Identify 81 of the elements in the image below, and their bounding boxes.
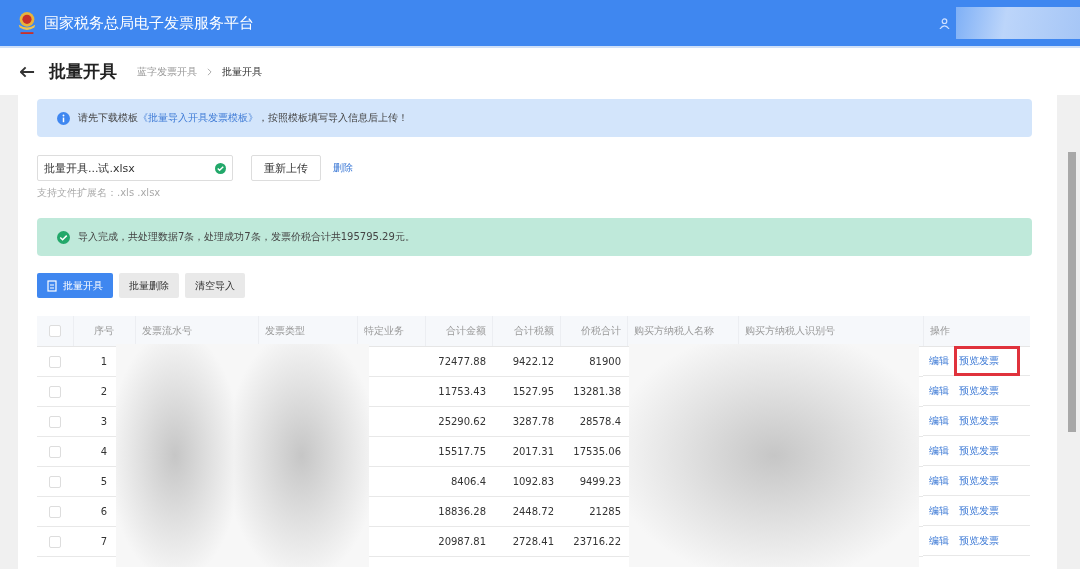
- table-cell: 1092.83: [512, 476, 554, 487]
- table-cell: 81900: [589, 356, 621, 367]
- table-cell: 23716.22: [573, 536, 621, 547]
- table-cell: 2017.31: [512, 446, 554, 457]
- checkbox[interactable]: [48, 325, 61, 337]
- table-cell: 18836.28: [438, 506, 486, 517]
- table-cell: 6: [100, 506, 108, 517]
- chevron-icon: [207, 67, 212, 76]
- document-icon: [47, 279, 57, 292]
- file-field[interactable]: 批量开具...试.xlsx: [37, 155, 233, 181]
- column-header: 购买方纳税人名称: [633, 325, 714, 336]
- edit-link[interactable]: 编辑: [929, 383, 949, 398]
- hint-text: 支持文件扩展名：.xls .xlsx: [37, 186, 162, 200]
- table-cell: 28578.4: [579, 416, 621, 427]
- checkbox[interactable]: [49, 475, 61, 488]
- table-cell: 2448.72: [512, 506, 554, 517]
- table-cell: 9499.23: [579, 476, 621, 487]
- reupload-button[interactable]: 重新上传: [251, 155, 321, 181]
- table-cell: 1: [100, 356, 108, 367]
- checkbox[interactable]: [49, 385, 61, 398]
- edit-link[interactable]: 编辑: [929, 503, 949, 518]
- breadcrumb-item[interactable]: 蓝字发票开具: [137, 64, 197, 79]
- action-button[interactable]: 批量删除: [119, 273, 179, 298]
- check-circle-icon: [57, 230, 70, 244]
- table-cell: 20987.81: [438, 536, 486, 547]
- preview-invoice-link[interactable]: 预览发票: [959, 439, 999, 462]
- column-header: 合计税额: [513, 325, 554, 336]
- table-cell: 2728.41: [512, 536, 554, 547]
- table-cell: 3: [100, 416, 108, 427]
- edit-link[interactable]: 编辑: [929, 533, 949, 548]
- column-header: 特定业务: [363, 325, 404, 336]
- table-cell: 13281.38: [573, 386, 621, 397]
- preview-invoice-link[interactable]: 预览发票: [959, 499, 999, 522]
- column-header: 操作: [929, 325, 950, 336]
- breadcrumb-item: 批量开具: [222, 64, 262, 79]
- result-text: 导入完成，共处理数据7条，处理成功7条，发票价税合计共195795.29元。: [78, 230, 415, 244]
- table-cell: 8406.4: [451, 476, 486, 487]
- edit-link[interactable]: 编辑: [929, 354, 949, 368]
- table-cell: 11753.43: [438, 386, 486, 397]
- preview-invoice-link[interactable]: 预览发票: [959, 409, 999, 432]
- preview-invoice-link[interactable]: 预览发票: [959, 529, 999, 552]
- preview-invoice-link[interactable]: 预览发票: [959, 355, 999, 366]
- action-button[interactable]: 清空导入: [185, 273, 245, 298]
- column-header: 发票类型: [264, 325, 305, 336]
- table-cell: 3287.78: [512, 416, 554, 427]
- checkbox[interactable]: [49, 505, 61, 518]
- edit-link[interactable]: 编辑: [929, 443, 949, 458]
- notice-text: 请先下载模板《批量导入开具发票模板》，按照模板填写导入信息后上传！: [78, 111, 408, 125]
- column-header: 合计金额: [445, 325, 486, 336]
- table-cell: 4: [100, 446, 108, 457]
- table-cell: 2: [100, 386, 108, 397]
- action-button[interactable]: 批量开具: [37, 273, 113, 298]
- table-cell: 17535.06: [573, 446, 621, 457]
- checkbox[interactable]: [49, 355, 61, 368]
- delete-link[interactable]: 删除: [333, 161, 353, 175]
- preview-invoice-link[interactable]: 预览发票: [959, 379, 999, 402]
- template-link[interactable]: 《批量导入开具发票模板》: [138, 112, 258, 123]
- table-cell: 7: [100, 536, 108, 547]
- checkbox[interactable]: [49, 535, 61, 548]
- info-icon: [57, 111, 70, 125]
- checkbox[interactable]: [49, 445, 61, 458]
- table-cell: 9422.12: [512, 356, 554, 367]
- table-cell: 72477.88: [438, 356, 486, 367]
- table-cell: 1527.95: [512, 386, 554, 397]
- column-header: 序号: [94, 325, 114, 336]
- site-title: 国家税务总局电子发票服务平台: [44, 13, 254, 33]
- table-cell: 15517.75: [438, 446, 486, 457]
- column-header: 购买方纳税人识别号: [744, 325, 835, 336]
- edit-link[interactable]: 编辑: [929, 473, 949, 488]
- table-cell: 5: [100, 476, 108, 487]
- table-cell: 21285: [589, 506, 621, 517]
- page-title: 批量开具: [49, 60, 117, 83]
- back-arrow-icon[interactable]: [20, 65, 35, 78]
- table-cell: 25290.62: [438, 416, 486, 427]
- edit-link[interactable]: 编辑: [929, 413, 949, 428]
- emblem-icon: [16, 10, 38, 36]
- preview-invoice-link[interactable]: 预览发票: [959, 469, 999, 492]
- column-header: 发票流水号: [141, 325, 192, 336]
- user-icon: [939, 17, 950, 29]
- checkbox[interactable]: [49, 415, 61, 428]
- column-header: 价税合计: [580, 325, 621, 336]
